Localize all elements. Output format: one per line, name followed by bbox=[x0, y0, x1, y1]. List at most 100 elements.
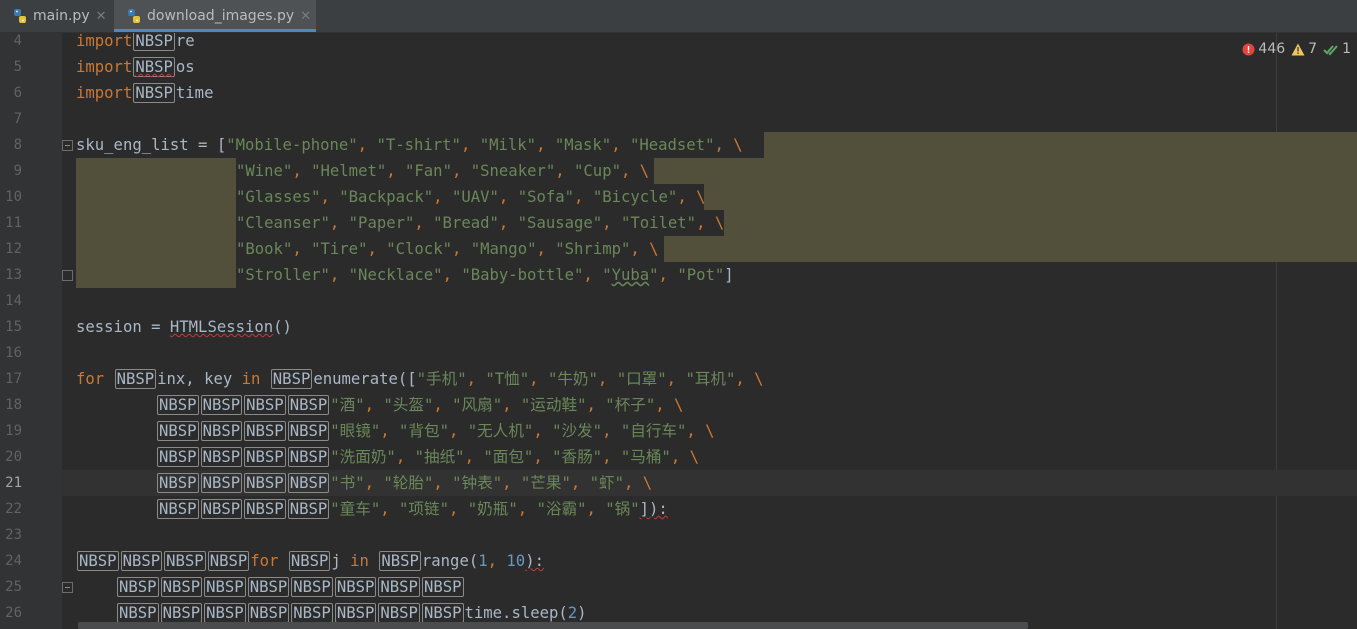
token-keyword: in bbox=[350, 552, 369, 570]
token-keyword: for bbox=[76, 370, 105, 388]
token-punct: , bbox=[329, 214, 349, 232]
token-string: "面包" bbox=[483, 448, 534, 466]
token-string: "Mask" bbox=[554, 136, 612, 154]
token-string: "Wine" bbox=[236, 162, 293, 180]
token-punct: , \ bbox=[677, 188, 706, 206]
nbsp-marker: NBSP bbox=[334, 603, 377, 623]
token-string: "抽纸" bbox=[414, 448, 465, 466]
close-icon[interactable]: ✕ bbox=[300, 9, 311, 24]
code-line: NBSP NBSP NBSP NBSP "童车", "项链", "奶瓶", "浴霸", … bbox=[156, 496, 668, 522]
python-file-icon bbox=[126, 8, 142, 24]
token-punct: , bbox=[602, 448, 621, 466]
token-punct: , bbox=[414, 214, 434, 232]
nbsp-marker: NBSP bbox=[379, 551, 421, 571]
token-string: "Stroller" bbox=[236, 266, 330, 284]
token-string: "Mobile-phone" bbox=[226, 136, 358, 154]
token-string: "Bicycle" bbox=[592, 188, 678, 206]
token-string: "杯子" bbox=[605, 396, 656, 414]
nbsp-marker: NBSP bbox=[421, 577, 464, 597]
token-punct: , bbox=[533, 422, 553, 440]
token-punct: , bbox=[329, 266, 349, 284]
token-string: "Sneaker" bbox=[470, 162, 556, 180]
errors-count: 446 bbox=[1258, 41, 1286, 57]
token-string: "轮胎" bbox=[383, 474, 434, 492]
token-punct: , bbox=[502, 396, 521, 414]
horizontal-scrollbar[interactable] bbox=[78, 622, 1028, 629]
nbsp-marker: NBSP bbox=[157, 447, 199, 467]
code-line: "Glasses", "Backpack", "UAV", "Sofa", "B… bbox=[236, 184, 705, 210]
token-punct: , bbox=[292, 240, 312, 258]
line-number: 15 bbox=[5, 319, 22, 335]
token-number: 2 bbox=[567, 604, 578, 622]
highlight-region bbox=[76, 262, 236, 288]
nbsp-marker: NBSP bbox=[247, 577, 290, 597]
code-line: "Wine", "Helmet", "Fan", "Sneaker", "Cup… bbox=[236, 158, 649, 184]
nbsp-marker: NBSP bbox=[244, 473, 286, 493]
code-line: NBSP NBSP NBSP NBSP "酒", "头盔", "风扇", "运动鞋", … bbox=[156, 392, 683, 418]
nbsp-marker: NBSP bbox=[291, 603, 333, 623]
token-string: "Sofa" bbox=[517, 188, 575, 206]
token-string: "UAV" bbox=[451, 188, 499, 206]
nbsp-marker: NBSP bbox=[287, 447, 330, 467]
token-punct: , bbox=[364, 396, 384, 414]
nbsp-marker: NBSP bbox=[291, 577, 333, 597]
nbsp-marker: NBSP bbox=[157, 421, 199, 441]
token-string: "T-shirt" bbox=[376, 136, 461, 154]
line-number: 25 bbox=[5, 579, 22, 595]
error-icon bbox=[1242, 43, 1255, 55]
line-number: 5 bbox=[13, 59, 22, 75]
errors-counter[interactable]: 446 bbox=[1242, 41, 1285, 57]
nbsp-marker: NBSP bbox=[244, 395, 286, 415]
code-line: session = HTMLSession() bbox=[76, 314, 292, 340]
close-icon[interactable]: ✕ bbox=[96, 9, 107, 24]
token-punct: , bbox=[602, 422, 621, 440]
token: ) bbox=[577, 604, 587, 622]
token-string: "Necklace" bbox=[348, 266, 443, 284]
line-number: 26 bbox=[5, 605, 22, 621]
token-punct: , bbox=[536, 136, 555, 154]
highlight-region bbox=[76, 158, 236, 184]
token-punct: , bbox=[586, 396, 606, 414]
token-punct: , bbox=[448, 500, 468, 518]
token-string: "Helmet" bbox=[311, 162, 387, 180]
warnings-counter[interactable]: 7 bbox=[1291, 41, 1317, 57]
token: ]): bbox=[639, 500, 668, 518]
token: ] bbox=[724, 266, 734, 284]
highlight-region bbox=[664, 236, 1357, 262]
line-number: 6 bbox=[13, 85, 22, 101]
token-string: "T恤" bbox=[485, 370, 530, 388]
python-file-icon bbox=[12, 8, 28, 24]
token-string: "Bread" bbox=[433, 214, 499, 232]
token-punct: , bbox=[386, 162, 406, 180]
token-punct: , bbox=[536, 240, 556, 258]
token-punct: , bbox=[583, 266, 603, 284]
highlight-region bbox=[76, 184, 236, 210]
token-punct: , bbox=[442, 266, 462, 284]
tab-download-images-py[interactable]: download_images.py ✕ bbox=[114, 0, 316, 32]
nbsp-marker: NBSP bbox=[244, 499, 286, 519]
token-punct: , \ bbox=[714, 136, 743, 154]
token-string: "Baby-bottle" bbox=[461, 266, 584, 284]
token-punct: , bbox=[433, 188, 452, 206]
ok-counter[interactable]: 1 bbox=[1323, 41, 1351, 57]
token-keyword: for bbox=[250, 552, 279, 570]
token-keyword: import bbox=[76, 84, 133, 102]
token-string: "锅" bbox=[605, 500, 640, 518]
line-number: 10 bbox=[5, 189, 22, 205]
token-string: "洗面奶" bbox=[330, 448, 396, 466]
line-number: 20 bbox=[5, 449, 22, 465]
token: inx, key bbox=[157, 370, 242, 388]
token-string: "项链" bbox=[399, 500, 449, 518]
token-string: "芒果" bbox=[520, 474, 571, 492]
nbsp-marker: NBSP bbox=[247, 603, 290, 623]
nbsp-marker: NBSP bbox=[133, 83, 175, 103]
code-editor[interactable]: import NBSP re import NBSP os import NBSP time… bbox=[62, 33, 1357, 629]
token-string: "耳机" bbox=[685, 370, 736, 388]
token-string: "口罩" bbox=[616, 370, 667, 388]
line-number-gutter[interactable]: 4 5 6 7 8 9 10 11 12 13 14 15 16 17 18 1… bbox=[0, 33, 62, 629]
token-keyword: import bbox=[76, 33, 133, 50]
line-number: 4 bbox=[13, 33, 22, 49]
nbsp-marker: NBSP bbox=[200, 395, 243, 415]
inspection-widget[interactable]: 446 7 1 bbox=[1242, 41, 1351, 57]
